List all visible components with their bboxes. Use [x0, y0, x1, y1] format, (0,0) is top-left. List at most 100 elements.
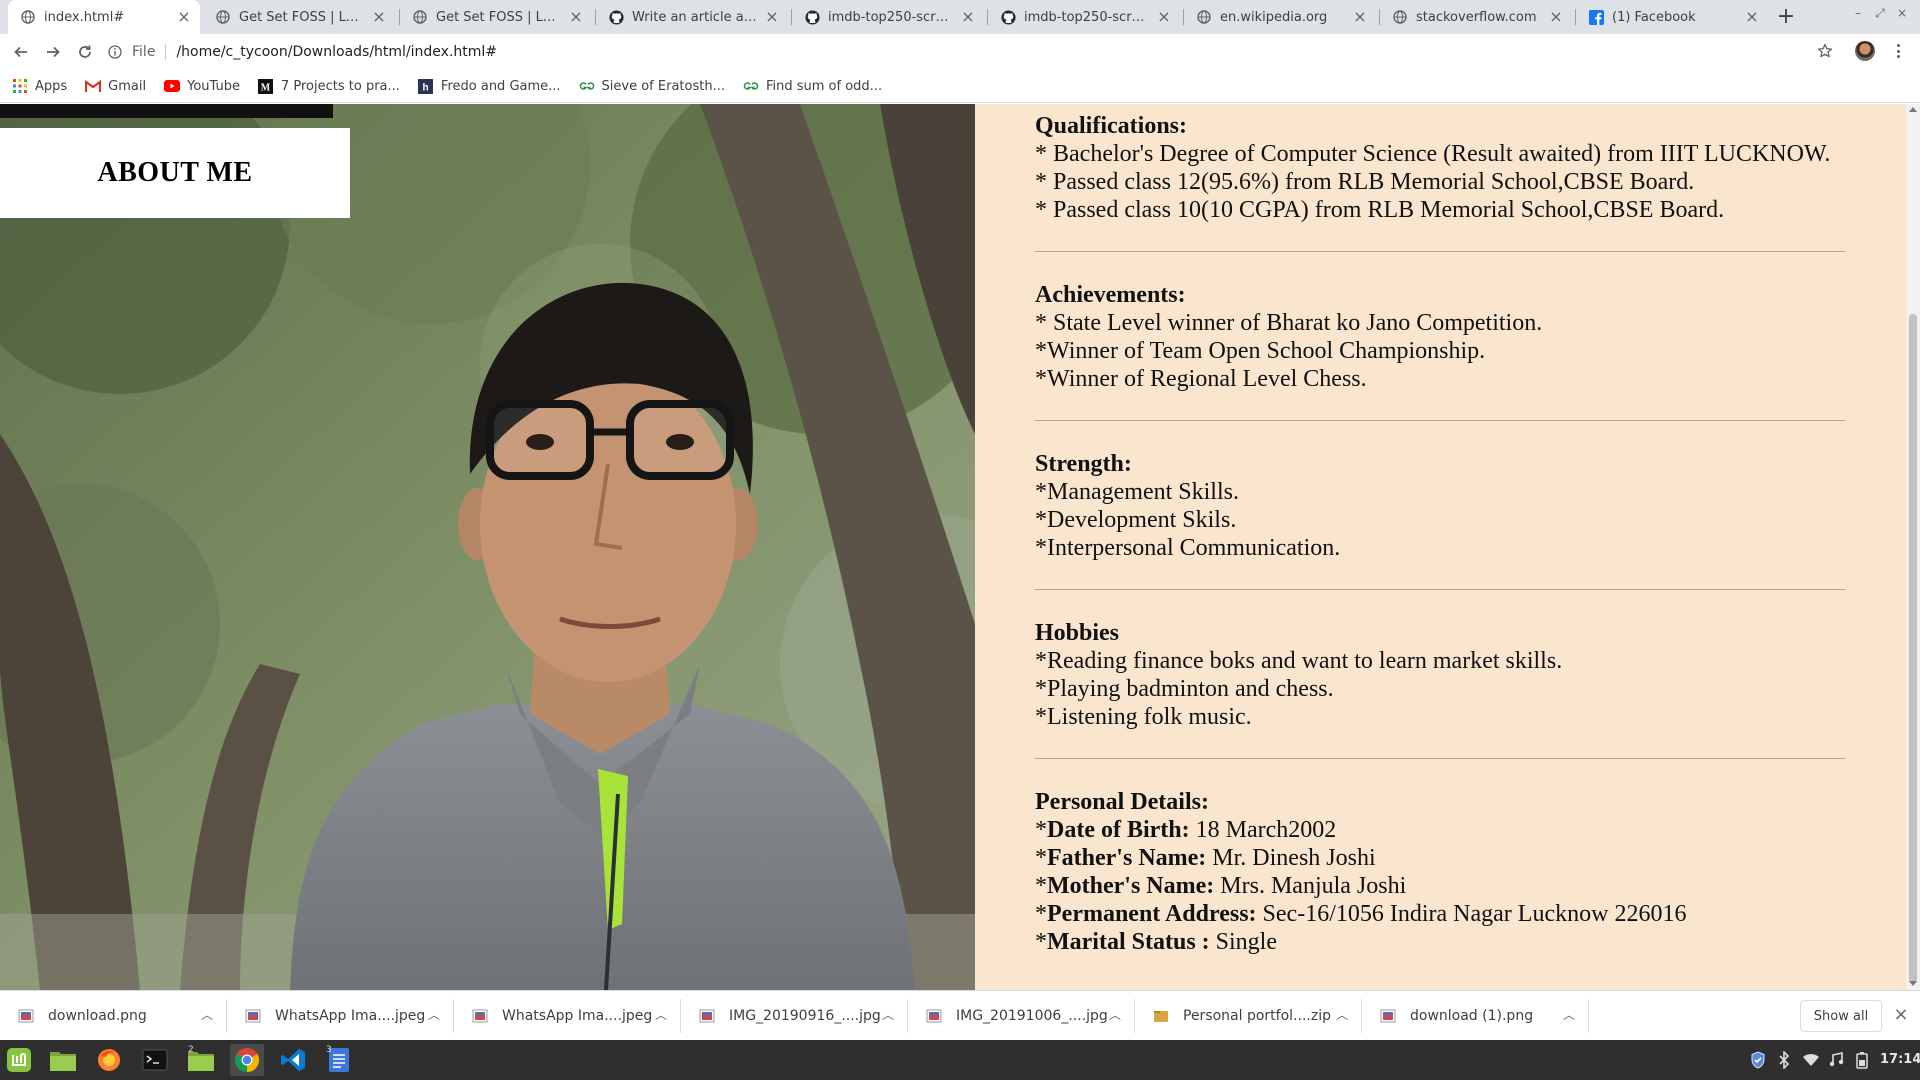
vertical-scrollbar[interactable] [1906, 104, 1920, 990]
tab-get-set-foss-2[interactable]: Get Set FOSS | Leaderboard × [400, 0, 592, 34]
tab-title: imdb-top250-scraper/ [1024, 9, 1150, 25]
battery-icon[interactable] [1852, 1050, 1872, 1070]
detail-label: Mother's Name: [1047, 873, 1215, 899]
personal-detail-row: *Date of Birth: 18 March2002 [1035, 817, 1337, 843]
scroll-up-arrow-icon[interactable] [1909, 107, 1917, 112]
maximize-button[interactable]: ⤢ [1870, 6, 1890, 21]
back-button[interactable] [8, 39, 34, 65]
image-file-icon [926, 1009, 942, 1023]
bookmark-youtube[interactable]: YouTube [164, 78, 240, 94]
tab-stackoverflow[interactable]: stackoverflow.com × [1380, 0, 1572, 34]
close-icon[interactable]: × [176, 9, 192, 25]
close-icon[interactable]: × [1156, 9, 1172, 25]
download-item[interactable]: Personal portfol....zip ︿ [1135, 991, 1361, 1041]
chevron-up-icon[interactable]: ︿ [200, 1008, 214, 1022]
vscode-icon[interactable] [276, 1044, 310, 1076]
download-item[interactable]: WhatsApp Ima....jpeg ︿ [454, 991, 680, 1041]
bluetooth-icon[interactable] [1774, 1050, 1794, 1070]
url-text[interactable]: /home/c_tycoon/Downloads/html/index.html… [176, 44, 497, 60]
window-count-badge: 3 [326, 1045, 332, 1055]
forward-button[interactable] [40, 39, 66, 65]
bookmark-sieve[interactable]: Sieve of Eratosth... [579, 78, 725, 94]
bookmark-label: Find sum of odd... [765, 78, 883, 94]
mint-menu-icon[interactable] [2, 1044, 36, 1076]
shield-icon[interactable] [1748, 1050, 1768, 1070]
scrollbar-thumb[interactable] [1909, 314, 1917, 984]
detail-value: 18 March2002 [1189, 817, 1337, 843]
bookmark-label: 7 Projects to pra... [280, 78, 400, 94]
tab-index-html[interactable]: index.html# × [8, 0, 200, 34]
about-me-title: ABOUT ME [97, 157, 253, 188]
show-all-button[interactable]: Show all [1800, 1000, 1882, 1032]
download-name: WhatsApp Ima....jpeg [275, 1008, 426, 1024]
files-icon[interactable] [46, 1044, 80, 1076]
tab-facebook[interactable]: (1) Facebook × [1576, 0, 1768, 34]
chevron-up-icon[interactable]: ︿ [1335, 1008, 1349, 1022]
zip-file-icon [1154, 1011, 1168, 1022]
window-count-badge: 2 [188, 1045, 194, 1055]
chrome-icon[interactable] [230, 1044, 264, 1076]
tab-wikipedia[interactable]: en.wikipedia.org × [1184, 0, 1376, 34]
close-icon[interactable]: × [1548, 9, 1564, 25]
tab-imdb-scraper-1[interactable]: imdb-top250-scraper/ × [792, 0, 984, 34]
detail-label: Marital Status : [1047, 929, 1210, 955]
section-heading: Hobbies [1035, 620, 1120, 646]
address-bar[interactable]: File /home/c_tycoon/Downloads/html/index… [106, 37, 1846, 67]
download-item[interactable]: IMG_20190916_....jpg ︿ [681, 991, 907, 1041]
text-editor-icon[interactable]: 3 [322, 1044, 356, 1076]
bookmark-gmail[interactable]: Gmail [85, 78, 146, 94]
youtube-icon [164, 78, 181, 94]
terminal-icon[interactable] [138, 1044, 172, 1076]
close-icon[interactable]: × [1352, 9, 1368, 25]
bookmark-apps[interactable]: Apps [12, 78, 67, 94]
bookmark-fredo[interactable]: h Fredo and Game... [418, 78, 561, 94]
bookmark-star-icon[interactable] [1814, 40, 1836, 62]
reload-button[interactable] [72, 39, 98, 65]
wifi-icon[interactable] [1800, 1050, 1822, 1070]
firefox-icon[interactable] [92, 1044, 126, 1076]
detail-value: Single [1209, 929, 1277, 955]
close-icon[interactable]: × [568, 9, 584, 25]
close-icon[interactable]: × [764, 9, 780, 25]
info-icon[interactable] [106, 43, 124, 61]
os-taskbar: 2 3 17:14 [0, 1040, 1920, 1080]
download-item[interactable]: download (1).png ︿ [1362, 991, 1588, 1041]
download-item[interactable]: IMG_20191006_....jpg ︿ [908, 991, 1134, 1041]
personal-details-section: Personal Details: *Date of Birth: 18 Mar… [1035, 788, 1845, 983]
profile-avatar[interactable] [1855, 41, 1875, 61]
detail-label: Date of Birth: [1047, 817, 1190, 843]
chevron-up-icon[interactable]: ︿ [1108, 1008, 1122, 1022]
close-icon[interactable]: × [1892, 1005, 1910, 1025]
chevron-up-icon[interactable]: ︿ [427, 1008, 441, 1022]
tab-strip: index.html# × Get Set FOSS | Leaderboard… [0, 0, 1920, 34]
bookmark-find-sum[interactable]: Find sum of odd... [743, 78, 882, 94]
volume-icon[interactable] [1826, 1050, 1846, 1070]
section-heading: Qualifications: [1035, 113, 1188, 139]
close-icon[interactable]: × [371, 9, 387, 25]
download-item[interactable]: WhatsApp Ima....jpeg ︿ [227, 991, 453, 1041]
minimize-button[interactable]: – [1848, 6, 1868, 20]
detail-label: Father's Name: [1047, 845, 1207, 871]
strength-item: *Interpersonal Communication. [1035, 535, 1341, 561]
tab-imdb-scraper-2[interactable]: imdb-top250-scraper/ × [988, 0, 1180, 34]
bookmark-7-projects[interactable]: M 7 Projects to pra... [258, 78, 400, 94]
download-item[interactable]: download.png ︿ [0, 991, 226, 1041]
globe-icon [215, 9, 231, 25]
new-tab-button[interactable]: + [1774, 4, 1798, 30]
bookmark-label: Gmail [108, 78, 147, 94]
tab-write-article[interactable]: Write an article about × [596, 0, 788, 34]
files-icon[interactable]: 2 [184, 1044, 218, 1076]
tab-get-set-foss-1[interactable]: Get Set FOSS | Leaderboard × [203, 0, 395, 34]
close-icon[interactable]: × [1744, 9, 1760, 25]
chevron-up-icon[interactable]: ︿ [1562, 1008, 1576, 1022]
chevron-up-icon[interactable]: ︿ [881, 1008, 895, 1022]
personal-detail-row: *Mother's Name: Mrs. Manjula Joshi [1035, 873, 1407, 899]
arrow-left-icon [14, 46, 27, 58]
menu-kebab-icon[interactable] [1890, 42, 1906, 60]
tab-title: index.html# [44, 9, 125, 25]
bookmark-label: Apps [35, 78, 68, 94]
chevron-up-icon[interactable]: ︿ [654, 1008, 668, 1022]
close-icon[interactable]: × [960, 9, 976, 25]
close-window-button[interactable]: × [1892, 6, 1912, 20]
scroll-down-arrow-icon[interactable] [1909, 981, 1917, 986]
